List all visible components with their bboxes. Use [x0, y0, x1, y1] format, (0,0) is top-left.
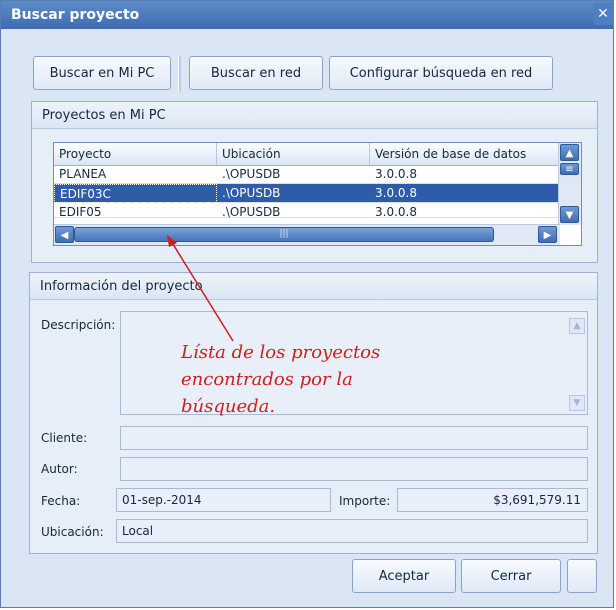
column-header-project[interactable]: Proyecto: [54, 143, 217, 165]
scroll-thumb-vertical[interactable]: ≡: [560, 163, 579, 175]
amount-label: Importe:: [339, 494, 391, 508]
location-label: Ubicación:: [41, 525, 104, 539]
accept-button[interactable]: Aceptar: [352, 559, 456, 593]
date-field[interactable]: 01-sep.-2014: [116, 488, 331, 512]
cell-location: .\OPUSDB: [222, 186, 281, 200]
description-label: Descripción:: [41, 318, 116, 332]
annotation-line: búsqueda.: [181, 396, 276, 417]
author-label: Autor:: [41, 462, 78, 476]
scroll-down-icon[interactable]: ▼: [569, 395, 585, 411]
projects-group-header: Proyectos en Mi PC: [32, 102, 597, 129]
author-field[interactable]: [120, 457, 588, 481]
scroll-down-icon[interactable]: ▼: [560, 206, 579, 223]
search-network-button[interactable]: Buscar en red: [189, 56, 323, 90]
cell-version: 3.0.0.8: [375, 205, 417, 219]
column-header-version[interactable]: Versión de base de datos: [370, 143, 560, 165]
search-project-window: Buscar proyecto ✕ Buscar en Mi PC Buscar…: [0, 0, 614, 608]
cell-version: 3.0.0.8: [375, 167, 417, 181]
title-bar: Buscar proyecto ✕: [1, 1, 613, 29]
project-info-header: Información del proyecto: [30, 273, 597, 300]
table-row[interactable]: PLANEA .\OPUSDB 3.0.0.8: [54, 165, 560, 184]
table-row[interactable]: EDIF05 .\OPUSDB 3.0.0.8: [54, 203, 560, 219]
annotation-line: Lísta de los proyectos: [181, 342, 381, 363]
vertical-scrollbar[interactable]: ▲ ≡ ▼: [558, 143, 581, 225]
annotation-text: Lísta de los proyectos encontrados por l…: [181, 339, 441, 420]
cell-location: .\OPUSDB: [222, 205, 281, 219]
close-icon[interactable]: ✕: [593, 3, 613, 25]
toolbar-separator: [178, 56, 181, 92]
scroll-up-icon[interactable]: ▲: [569, 318, 585, 334]
annotation-line: encontrados por la: [181, 369, 353, 390]
location-field[interactable]: Local: [116, 519, 588, 543]
configure-network-search-button[interactable]: Configurar búsqueda en red: [329, 56, 553, 90]
close-button[interactable]: Cerrar: [461, 559, 561, 593]
client-label: Cliente:: [41, 431, 88, 445]
cell-location: .\OPUSDB: [222, 167, 281, 181]
scroll-up-icon[interactable]: ▲: [560, 144, 579, 161]
search-local-button[interactable]: Buscar en Mi PC: [33, 56, 171, 90]
grid-header: Proyecto Ubicación Versión de base de da…: [54, 143, 560, 166]
extra-button[interactable]: [567, 559, 597, 593]
horizontal-scrollbar[interactable]: ◀ ||| ▶: [54, 224, 560, 245]
cell-project: EDIF03C: [54, 184, 217, 203]
scroll-right-icon[interactable]: ▶: [538, 226, 557, 243]
client-field[interactable]: [120, 426, 588, 450]
annotation-arrow: [167, 235, 234, 342]
projects-grid[interactable]: Proyecto Ubicación Versión de base de da…: [53, 142, 582, 246]
projects-group-title: Proyectos en Mi PC: [42, 108, 166, 123]
cell-project: EDIF05: [59, 205, 102, 219]
amount-field[interactable]: $3,691,579.11: [397, 488, 588, 512]
column-header-location[interactable]: Ubicación: [217, 143, 370, 165]
table-row-selected[interactable]: EDIF03C .\OPUSDB 3.0.0.8: [54, 184, 560, 203]
scroll-left-icon[interactable]: ◀: [55, 226, 74, 243]
cell-project: PLANEA: [59, 167, 107, 181]
cell-version: 3.0.0.8: [375, 186, 417, 200]
scroll-thumb-horizontal[interactable]: |||: [74, 227, 494, 242]
window-title: Buscar proyecto: [11, 7, 140, 23]
date-label: Fecha:: [41, 494, 81, 508]
